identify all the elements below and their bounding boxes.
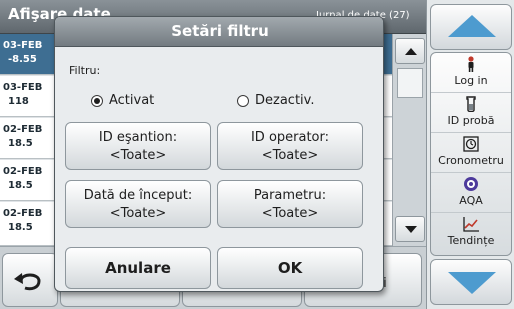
button-value: <Toate> bbox=[261, 206, 319, 221]
cancel-button[interactable]: Anulare bbox=[65, 247, 211, 289]
parameter-filter-button[interactable]: Parametru: <Toate> bbox=[217, 180, 363, 228]
start-date-filter-button[interactable]: Dată de început: <Toate> bbox=[65, 180, 211, 228]
arrow-up-icon bbox=[448, 15, 496, 37]
dialog-header: Setări filtru bbox=[55, 17, 383, 47]
right-toolbar: Log in ID probă Cronometru AQA Tendințe bbox=[426, 0, 514, 309]
radio-unchecked-icon bbox=[237, 95, 249, 107]
row-date: 02-FEB bbox=[3, 166, 43, 177]
timer-button[interactable]: Cronometru bbox=[431, 133, 511, 173]
sample-id-label: ID probă bbox=[447, 114, 495, 127]
ok-button[interactable]: OK bbox=[217, 247, 363, 289]
sample-id-button[interactable]: ID probă bbox=[431, 93, 511, 133]
scroll-up-button[interactable] bbox=[395, 38, 425, 64]
page-up-button[interactable] bbox=[430, 4, 512, 50]
row-value: 118 bbox=[8, 96, 29, 107]
radio-checked-icon bbox=[91, 95, 103, 107]
button-value: <Toate> bbox=[109, 206, 167, 221]
row-date: 02-FEB bbox=[3, 124, 43, 135]
dialog-title: Setări filtru bbox=[171, 22, 269, 40]
login-label: Log in bbox=[454, 74, 488, 87]
filter-off-label: Dezactiv. bbox=[255, 93, 315, 108]
row-date: 03-FEB bbox=[3, 40, 43, 51]
scroll-thumb[interactable] bbox=[397, 68, 423, 98]
button-value: <Toate> bbox=[261, 148, 319, 163]
sample-vial-icon bbox=[466, 96, 476, 112]
timer-label: Cronometru bbox=[438, 154, 504, 167]
scroll-down-button[interactable] bbox=[395, 216, 425, 242]
button-value: <Toate> bbox=[109, 148, 167, 163]
back-button[interactable] bbox=[2, 253, 58, 307]
operator-id-filter-button[interactable]: ID operator: <Toate> bbox=[217, 122, 363, 170]
filter-settings-dialog: Setări filtru Filtru: Activat Dezactiv. … bbox=[54, 16, 384, 292]
row-date: 02-FEB bbox=[3, 208, 43, 219]
filter-label: Filtru: bbox=[69, 64, 101, 77]
person-icon bbox=[468, 56, 474, 72]
aqa-button[interactable]: AQA bbox=[431, 173, 511, 213]
sample-id-filter-button[interactable]: ID eşantion: <Toate> bbox=[65, 122, 211, 170]
row-date: 03-FEB bbox=[3, 82, 43, 93]
aqa-label: AQA bbox=[459, 194, 483, 207]
trends-button[interactable]: Tendințe bbox=[431, 213, 511, 253]
row-value: 18.5 bbox=[8, 138, 33, 149]
row-value: 18.5 bbox=[8, 222, 33, 233]
page-down-button[interactable] bbox=[430, 259, 512, 305]
button-label: Dată de început: bbox=[83, 188, 193, 203]
row-value: 18.5 bbox=[8, 180, 33, 191]
back-arrow-icon bbox=[14, 273, 41, 291]
trend-chart-icon bbox=[463, 217, 479, 232]
filter-on-label: Activat bbox=[109, 93, 155, 108]
arrow-up-icon bbox=[405, 48, 417, 55]
login-button[interactable]: Log in bbox=[431, 53, 511, 93]
arrow-down-icon bbox=[405, 226, 417, 233]
button-label: ID operator: bbox=[250, 130, 330, 145]
timer-icon bbox=[463, 136, 479, 152]
row-value: -8.55 bbox=[8, 54, 37, 65]
button-label: Parametru: bbox=[253, 188, 327, 203]
list-scrollbar[interactable] bbox=[392, 34, 426, 246]
arrow-down-icon bbox=[448, 272, 496, 294]
trends-label: Tendințe bbox=[447, 234, 495, 247]
aqa-icon bbox=[464, 177, 478, 191]
tool-panel: Log in ID probă Cronometru AQA Tendințe bbox=[430, 52, 512, 256]
button-label: ID eşantion: bbox=[98, 130, 178, 145]
